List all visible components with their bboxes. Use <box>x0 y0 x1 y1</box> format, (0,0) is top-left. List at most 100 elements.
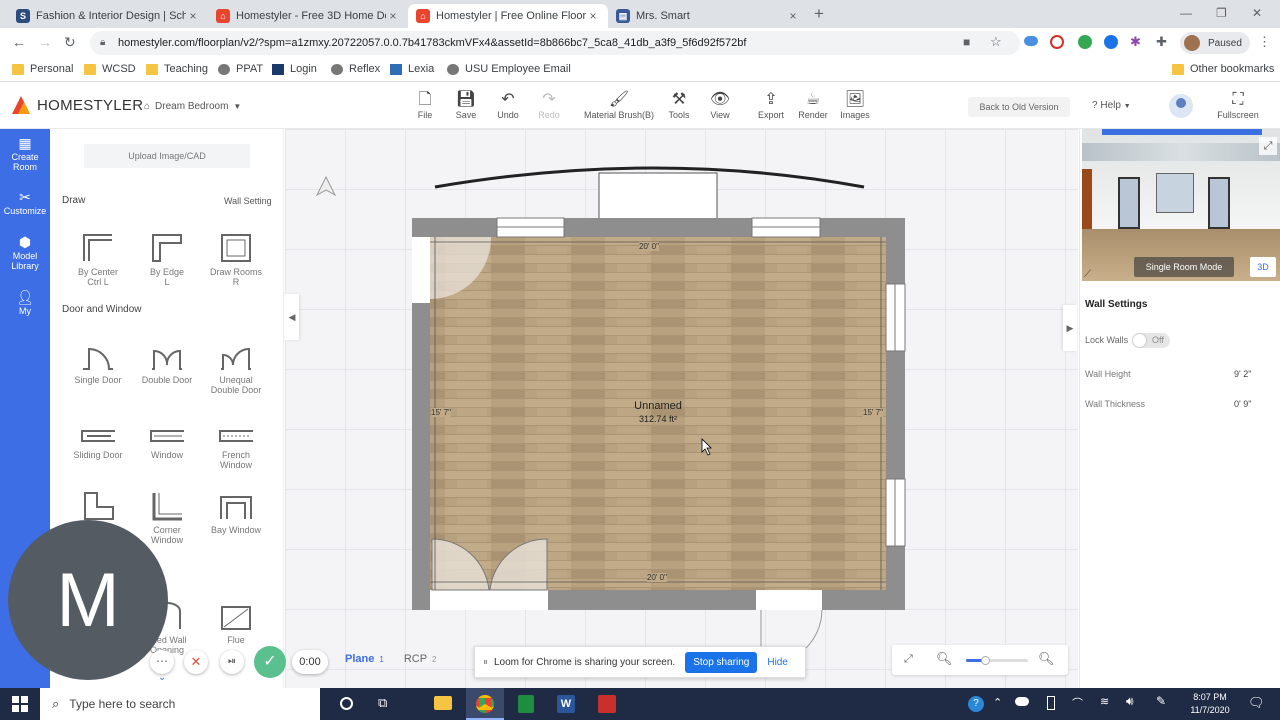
cortana-icon[interactable] <box>340 697 353 710</box>
images-button[interactable]: 🖼︎ Images <box>838 90 872 120</box>
help-dropdown[interactable]: ? Help ▼ <box>1092 100 1131 111</box>
nav-create-room[interactable]: ▦ Create Room <box>0 135 50 172</box>
back-to-old-version-button[interactable]: Back to Old Version <box>968 97 1070 117</box>
undo-button[interactable]: ↶ Undo <box>493 90 523 120</box>
profile-button[interactable]: Paused <box>1180 32 1250 54</box>
loom-camera-bubble[interactable]: M <box>8 520 168 680</box>
stop-sharing-button[interactable]: Stop sharing <box>685 651 758 673</box>
forward-icon[interactable]: → <box>38 34 52 50</box>
bookmark-ppat[interactable]: PPAT <box>218 63 263 75</box>
lock-walls-toggle[interactable]: Off <box>1132 333 1170 348</box>
bookmark-teaching[interactable]: Teaching <box>146 63 208 75</box>
nav-customize[interactable]: ✂ Customize <box>0 189 50 216</box>
export-button[interactable]: ⇪ Export <box>756 90 786 120</box>
tab-mrs-smart[interactable]: ▤ Mrs. Smart × <box>608 4 808 28</box>
extensions-puzzle-icon[interactable]: ✚ <box>1156 34 1167 50</box>
unequal-double-door-item[interactable]: Unequal Double Door <box>206 339 266 395</box>
french-window-item[interactable]: French Window <box>206 414 266 470</box>
project-name-dropdown[interactable]: ⌂ Dream Bedroom ▼ <box>144 101 241 112</box>
tab-plane[interactable]: Plane <box>345 653 374 665</box>
expand-preview-icon[interactable]: ⤢ <box>1259 137 1277 155</box>
menu-kebab-icon[interactable]: ⋮ <box>1258 34 1271 50</box>
network-icon[interactable]: ⌒ <box>1072 695 1083 711</box>
bookmark-reflex[interactable]: Reflex <box>331 63 380 75</box>
file-explorer-icon[interactable] <box>434 696 452 710</box>
bookmark-wcsd[interactable]: WCSD <box>84 63 136 75</box>
nav-my[interactable]: 👤︎ My <box>0 289 50 316</box>
reload-icon[interactable]: ↻ <box>64 34 76 51</box>
help-tray-icon[interactable]: ? <box>968 696 984 712</box>
view-button[interactable]: 👁︎ View <box>705 90 735 120</box>
wifi-icon[interactable]: ≋ <box>1100 695 1109 708</box>
extension-icon[interactable] <box>1104 35 1118 49</box>
grammarly-icon[interactable] <box>1078 35 1092 49</box>
file-button[interactable]: 🗋︎ File <box>410 90 440 120</box>
adblock-icon[interactable] <box>1050 35 1064 49</box>
finish-recording-icon[interactable]: ✓ <box>254 646 286 678</box>
tab-homestyler-floorplan[interactable]: ⌂ Homestyler | Free Online Floor Pl × <box>408 4 608 28</box>
bookmark-lexia[interactable]: Lexia <box>390 63 434 75</box>
resize-handle-icon[interactable]: ⟋ <box>1084 269 1091 280</box>
flue-item[interactable]: Flue <box>206 599 266 645</box>
taskbar-search-input[interactable]: ⌕ Type here to search <box>40 688 320 720</box>
3d-preview[interactable]: ⤢ Single Room Mode 3D ⟋ <box>1082 129 1280 281</box>
volume-icon[interactable]: 🔊︎ <box>1126 694 1134 709</box>
upload-image-cad-button[interactable]: Upload Image/CAD <box>84 144 250 168</box>
single-door-item[interactable]: Single Door <box>68 339 128 385</box>
pen-icon[interactable]: ✎ <box>1156 694 1166 708</box>
notifications-icon[interactable]: 🗨︎ <box>1248 695 1265 711</box>
close-tab-icon[interactable]: × <box>786 9 800 23</box>
render-button[interactable]: ☕︎ Render <box>797 90 829 120</box>
url-input[interactable]: 🔒︎ homestyler.com/floorplan/v2/?spm=a1zm… <box>90 31 1020 55</box>
onedrive-icon[interactable] <box>1024 36 1038 46</box>
save-button[interactable]: 💾︎ Save <box>451 90 481 120</box>
redo-button[interactable]: ↷ Redo <box>534 90 564 120</box>
floorplan-canvas[interactable]: ◀ ▶ 20' 0" 20' 0" 15' 7" 15' 7" Unnamed … <box>285 129 1078 688</box>
corner-window-item[interactable]: Corner Window <box>137 489 197 545</box>
tools-button[interactable]: ⚒︎ Tools <box>664 90 694 120</box>
fullscreen-button[interactable]: ⛶ Fullscreen <box>1212 90 1264 120</box>
draw-by-center[interactable]: By Center Ctrl L <box>68 231 128 287</box>
hide-button[interactable]: Hide <box>767 657 788 668</box>
extension-icon[interactable]: ✱ <box>1130 34 1141 50</box>
minimize-icon[interactable]: — <box>1180 6 1192 20</box>
task-view-icon[interactable]: ⧉ <box>378 695 387 711</box>
close-tab-icon[interactable]: × <box>186 9 200 23</box>
windows-start-icon[interactable] <box>12 696 28 712</box>
zoom-in-icon[interactable]: 🔍︎ <box>1038 651 1055 667</box>
close-tab-icon[interactable]: × <box>386 9 400 23</box>
draw-rooms[interactable]: Draw Rooms R <box>206 231 266 287</box>
material-brush-button[interactable]: 🖌︎ Material Brush(B) <box>580 90 658 120</box>
word-icon[interactable]: W <box>557 695 575 713</box>
tray-expand-icon[interactable]: ⌃ <box>993 696 1002 709</box>
cancel-recording-icon[interactable]: ✕ <box>184 650 208 674</box>
fit-view-icon[interactable]: ⤢ <box>904 653 913 666</box>
view-3d-button[interactable]: 3D <box>1250 257 1276 277</box>
bookmark-personal[interactable]: Personal <box>12 63 73 75</box>
wall-height-value[interactable]: 9' 2" <box>1234 369 1251 379</box>
window-close-icon[interactable]: ✕ <box>1252 6 1262 20</box>
onedrive-tray-icon[interactable] <box>1015 697 1029 706</box>
battery-icon[interactable] <box>1047 696 1055 710</box>
l-window-item[interactable] <box>68 489 128 525</box>
tab-schoology[interactable]: S Fashion & Interior Design | Schoo × <box>8 4 208 28</box>
back-icon[interactable]: ← <box>12 34 26 50</box>
bay-window-item[interactable]: Bay Window <box>206 489 266 535</box>
double-door-item[interactable]: Double Door <box>137 339 197 385</box>
room-label[interactable]: Unnamed 312.74 ft² <box>605 400 711 426</box>
clock[interactable]: 8:07 PM 11/7/2020 <box>1182 691 1238 717</box>
drag-handle-icon[interactable]: ⏸︎ <box>483 657 488 668</box>
draw-by-edge[interactable]: By Edge L <box>137 231 197 287</box>
calculator-icon[interactable] <box>518 695 534 713</box>
bookmark-star-icon[interactable]: ☆ <box>990 34 1002 50</box>
maximize-icon[interactable]: ❐ <box>1216 6 1227 20</box>
brand-logo[interactable]: HOMESTYLER <box>10 94 143 116</box>
other-bookmarks[interactable]: Other bookmarks <box>1172 63 1274 75</box>
new-tab-icon[interactable]: + <box>814 4 824 24</box>
tab-rcp[interactable]: RCP <box>404 653 427 665</box>
more-options-icon[interactable]: ⋯ <box>150 650 174 674</box>
sliding-door-item[interactable]: Sliding Door <box>68 414 128 460</box>
app-icon[interactable] <box>598 695 616 713</box>
bookmark-usu-email[interactable]: USU Employee Email <box>447 63 571 75</box>
chrome-taskbar-button[interactable] <box>466 688 504 720</box>
